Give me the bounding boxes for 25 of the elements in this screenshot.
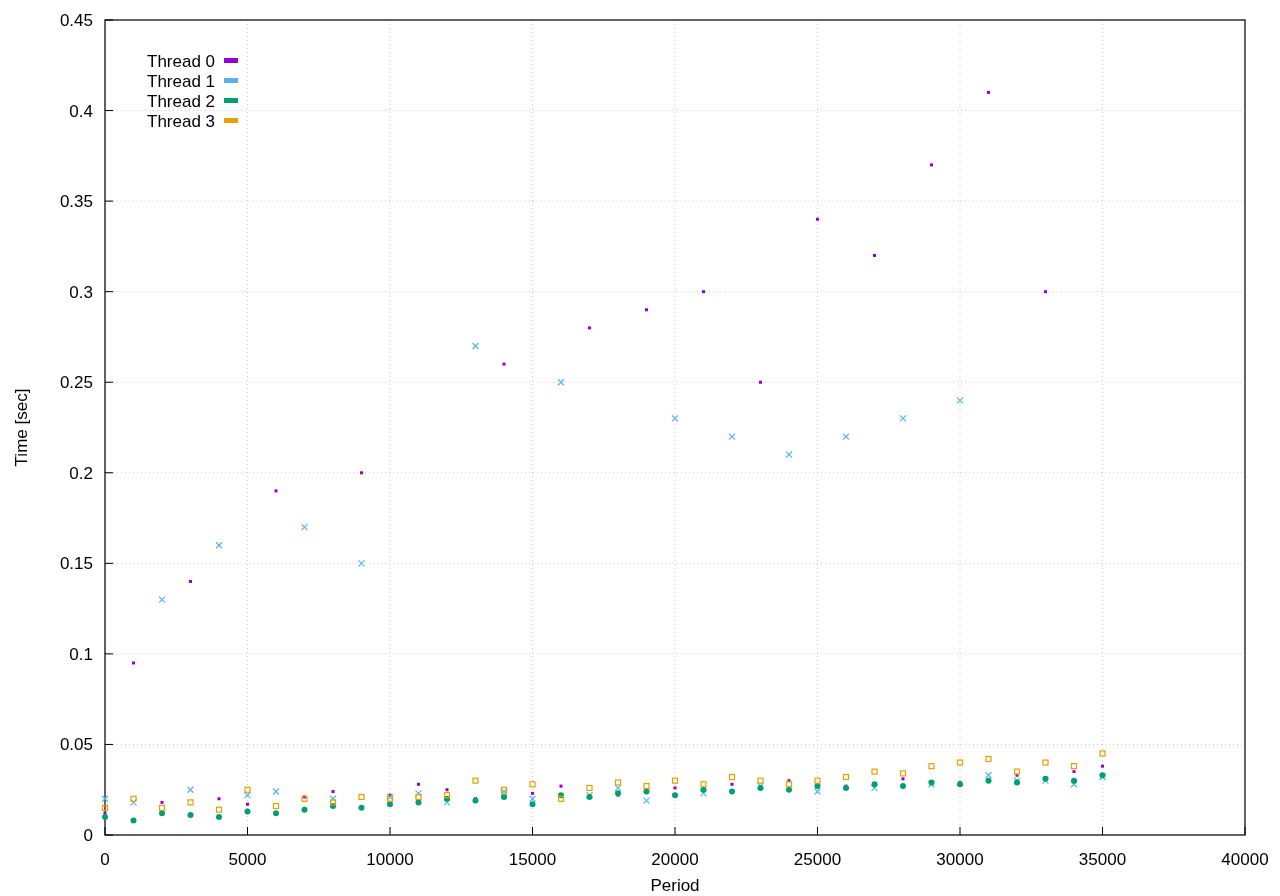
x-tick-label: 10000 bbox=[366, 850, 414, 869]
y-tick-label: 0.1 bbox=[69, 644, 93, 664]
legend-label: Thread 1 bbox=[147, 72, 216, 91]
x-tick-label: 40000 bbox=[1221, 850, 1269, 869]
y-tick-label: 0.25 bbox=[59, 373, 93, 393]
y-tick-label: 0.15 bbox=[59, 554, 93, 574]
x-tick-label: 35000 bbox=[1078, 850, 1127, 869]
x-tick-label: 0 bbox=[100, 850, 110, 869]
x-tick-label: 15000 bbox=[508, 850, 557, 869]
legend-label: Thread 2 bbox=[147, 92, 216, 111]
y-tick-label: 0 bbox=[83, 826, 93, 845]
legend-label: Thread 3 bbox=[147, 112, 216, 131]
x-tick-label: 25000 bbox=[793, 850, 842, 869]
x-tick-label: 5000 bbox=[228, 850, 267, 869]
y-tick-label: 0.45 bbox=[59, 11, 93, 30]
x-axis-title: Period bbox=[650, 876, 700, 895]
y-tick-label: 0.3 bbox=[69, 282, 93, 302]
y-tick-label: 0.4 bbox=[69, 101, 93, 121]
y-tick-label: 0.05 bbox=[59, 735, 93, 755]
x-tick-label: 30000 bbox=[936, 850, 984, 869]
y-axis-title: Time [sec] bbox=[12, 388, 31, 467]
y-tick-label: 0.2 bbox=[69, 463, 93, 483]
legend-label: Thread 0 bbox=[147, 52, 216, 71]
x-tick-label: 20000 bbox=[651, 850, 699, 869]
y-tick-label: 0.35 bbox=[59, 192, 93, 212]
